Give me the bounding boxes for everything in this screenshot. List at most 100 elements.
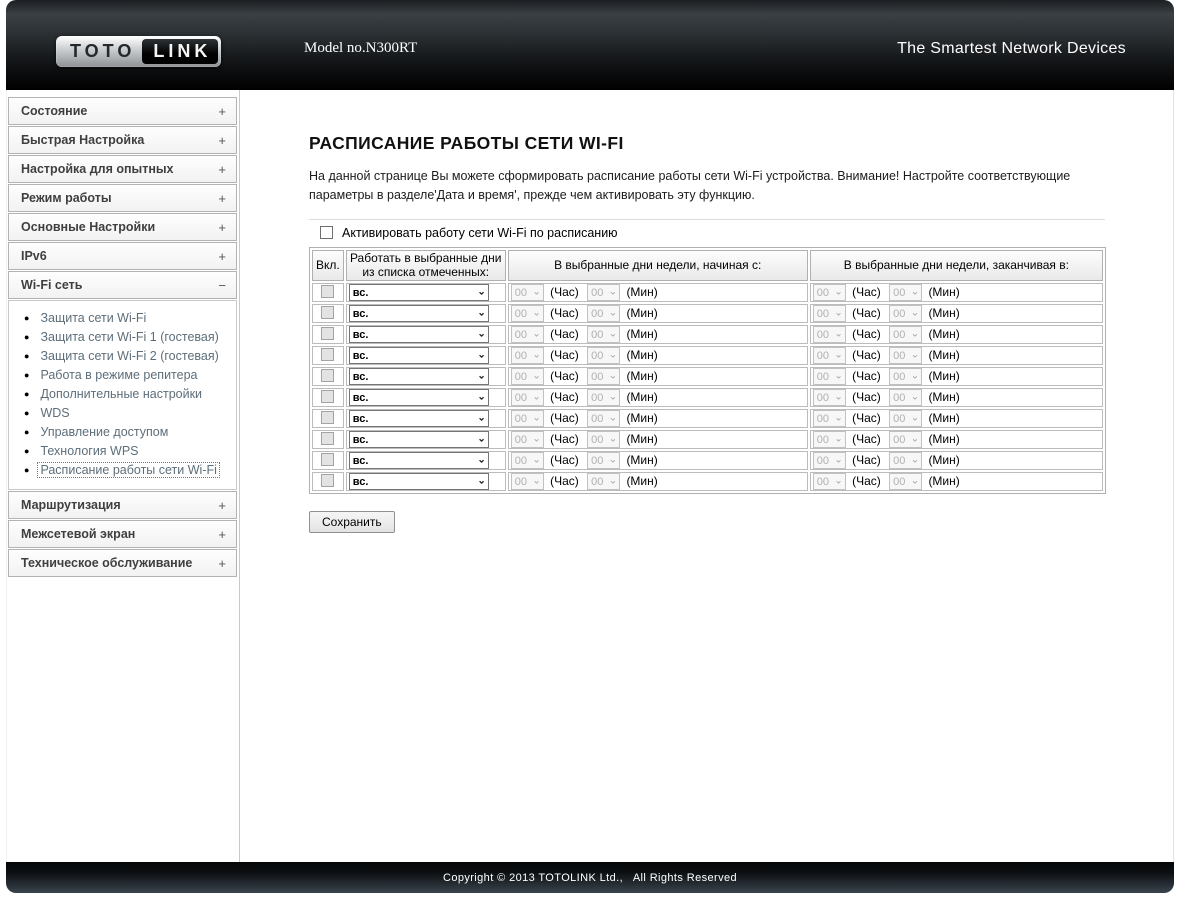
end-min-select[interactable]: 00: [889, 326, 923, 344]
sidebar-subitem-link[interactable]: Технология WPS: [38, 444, 140, 458]
day-select[interactable]: вс.: [348, 284, 489, 302]
sidebar-section[interactable]: Основные Настройки +: [8, 213, 237, 241]
start-hour-select[interactable]: 00: [510, 326, 544, 344]
end-hour-select[interactable]: 00: [812, 389, 846, 407]
sidebar-section[interactable]: Wi-Fi сеть −: [8, 271, 237, 299]
start-min-select[interactable]: 00: [587, 452, 621, 470]
row-enable-checkbox[interactable]: [321, 305, 335, 319]
end-hour-select[interactable]: 00: [812, 347, 846, 365]
sidebar-subitem[interactable]: ● Защита сети Wi-Fi 2 (гостевая): [9, 347, 232, 366]
start-min-select[interactable]: 00: [587, 347, 621, 365]
end-min-select[interactable]: 00: [889, 368, 923, 386]
expand-toggle-icon[interactable]: +: [218, 498, 226, 513]
sidebar-section[interactable]: Маршрутизация +: [8, 491, 237, 519]
row-enable-checkbox[interactable]: [321, 431, 335, 445]
expand-toggle-icon[interactable]: +: [218, 220, 226, 235]
start-hour-select[interactable]: 00: [510, 473, 544, 491]
end-min-select[interactable]: 00: [889, 284, 923, 302]
start-hour-select[interactable]: 00: [510, 305, 544, 323]
enable-schedule-checkbox[interactable]: [320, 226, 333, 240]
expand-toggle-icon[interactable]: +: [218, 191, 226, 206]
sidebar-subitem-link[interactable]: WDS: [38, 406, 71, 420]
row-enable-checkbox[interactable]: [321, 347, 335, 361]
sidebar-section[interactable]: Межсетевой экран +: [8, 520, 237, 548]
sidebar-subitem-link[interactable]: Работа в режиме репитера: [38, 368, 199, 382]
expand-toggle-icon[interactable]: +: [218, 162, 226, 177]
end-min-select[interactable]: 00: [889, 452, 923, 470]
expand-toggle-icon[interactable]: −: [218, 278, 226, 293]
row-enable-checkbox[interactable]: [321, 452, 335, 466]
expand-toggle-icon[interactable]: +: [218, 133, 226, 148]
sidebar-section[interactable]: Состояние +: [8, 97, 237, 125]
start-hour-select[interactable]: 00: [510, 368, 544, 386]
sidebar-subitem-link[interactable]: Защита сети Wi-Fi 1 (гостевая): [38, 330, 220, 344]
expand-toggle-icon[interactable]: +: [218, 556, 226, 571]
end-min-select[interactable]: 00: [889, 431, 923, 449]
start-hour-select[interactable]: 00: [510, 431, 544, 449]
day-select[interactable]: вс.: [348, 305, 489, 323]
day-select[interactable]: вс.: [348, 368, 489, 386]
start-min-select[interactable]: 00: [587, 389, 621, 407]
end-hour-select[interactable]: 00: [812, 431, 846, 449]
row-enable-checkbox[interactable]: [321, 326, 335, 340]
sidebar-subitem[interactable]: ● Дополнительные настройки: [9, 385, 232, 404]
sidebar-subitem[interactable]: ● Управление доступом: [9, 423, 232, 442]
day-select[interactable]: вс.: [348, 347, 489, 365]
day-select[interactable]: вс.: [348, 452, 489, 470]
sidebar-subitem-link[interactable]: Управление доступом: [38, 425, 170, 439]
start-min-select[interactable]: 00: [587, 368, 621, 386]
sidebar-section[interactable]: Быстрая Настройка +: [8, 126, 237, 154]
sidebar-subitem-link[interactable]: Защита сети Wi-Fi: [38, 311, 148, 325]
start-min-select[interactable]: 00: [587, 326, 621, 344]
expand-toggle-icon[interactable]: +: [218, 104, 226, 119]
start-hour-select[interactable]: 00: [510, 389, 544, 407]
expand-toggle-icon[interactable]: +: [218, 527, 226, 542]
end-min-select[interactable]: 00: [889, 410, 923, 428]
end-min-select[interactable]: 00: [889, 347, 923, 365]
sidebar-section[interactable]: IPv6 +: [8, 242, 237, 270]
sidebar-subitem[interactable]: ● Защита сети Wi-Fi: [9, 309, 232, 328]
end-hour-select[interactable]: 00: [812, 410, 846, 428]
row-enable-checkbox[interactable]: [321, 284, 335, 298]
sidebar-section[interactable]: Режим работы +: [8, 184, 237, 212]
start-min-select[interactable]: 00: [587, 431, 621, 449]
sidebar-subitem[interactable]: ● Работа в режиме репитера: [9, 366, 232, 385]
start-hour-select[interactable]: 00: [510, 452, 544, 470]
start-min-select[interactable]: 00: [587, 305, 621, 323]
sidebar-subitem-link[interactable]: Защита сети Wi-Fi 2 (гостевая): [38, 349, 220, 363]
sidebar-section[interactable]: Техническое обслуживание +: [8, 549, 237, 577]
start-min-select[interactable]: 00: [587, 410, 621, 428]
save-button[interactable]: Сохранить: [309, 511, 395, 534]
day-select[interactable]: вс.: [348, 326, 489, 344]
start-hour-select[interactable]: 00: [510, 347, 544, 365]
day-select[interactable]: вс.: [348, 410, 489, 428]
end-hour-select[interactable]: 00: [812, 305, 846, 323]
sidebar-subitem-link[interactable]: Расписание работы сети Wi-Fi: [37, 462, 220, 478]
sidebar-section[interactable]: Настройка для опытных +: [8, 155, 237, 183]
end-min-select[interactable]: 00: [889, 389, 923, 407]
start-min-select[interactable]: 00: [587, 284, 621, 302]
start-hour-select[interactable]: 00: [510, 284, 544, 302]
start-min-select[interactable]: 00: [587, 473, 621, 491]
day-select[interactable]: вс.: [348, 431, 489, 449]
end-hour-select[interactable]: 00: [812, 452, 846, 470]
end-min-select[interactable]: 00: [889, 305, 923, 323]
sidebar-subitem-link[interactable]: Дополнительные настройки: [38, 387, 204, 401]
day-select[interactable]: вс.: [348, 473, 489, 491]
end-hour-select[interactable]: 00: [812, 326, 846, 344]
row-enable-checkbox[interactable]: [321, 473, 335, 487]
start-hour-select[interactable]: 00: [510, 410, 544, 428]
sidebar-subitem[interactable]: ● WDS: [9, 404, 232, 423]
sidebar-subitem[interactable]: ● Технология WPS: [9, 442, 232, 461]
sidebar-subitem[interactable]: ● Защита сети Wi-Fi 1 (гостевая): [9, 328, 232, 347]
end-hour-select[interactable]: 00: [812, 284, 846, 302]
row-enable-checkbox[interactable]: [321, 410, 335, 424]
end-hour-select[interactable]: 00: [812, 368, 846, 386]
end-min-select[interactable]: 00: [889, 473, 923, 491]
end-hour-select[interactable]: 00: [812, 473, 846, 491]
day-select[interactable]: вс.: [348, 389, 489, 407]
expand-toggle-icon[interactable]: +: [218, 249, 226, 264]
row-enable-checkbox[interactable]: [321, 368, 335, 382]
row-enable-checkbox[interactable]: [321, 389, 335, 403]
sidebar-subitem[interactable]: ● Расписание работы сети Wi-Fi: [9, 461, 232, 480]
